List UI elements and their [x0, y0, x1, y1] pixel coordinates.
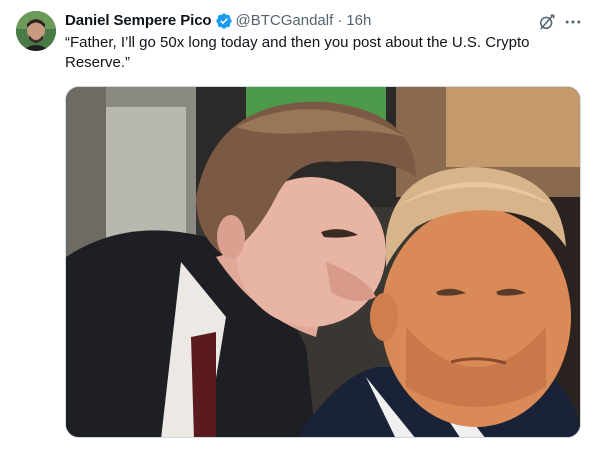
author-display-name[interactable]: Daniel Sempere Pico	[65, 11, 212, 31]
tweet-text: “Father, I’ll go 50x long today and then…	[65, 34, 530, 71]
grok-icon[interactable]	[537, 12, 557, 32]
author-avatar[interactable]	[16, 11, 56, 51]
author-handle[interactable]: @BTCGandalf	[236, 11, 334, 31]
avatar-photo-icon	[16, 11, 56, 51]
verified-badge-icon	[215, 13, 232, 29]
meme-photo-icon	[66, 87, 580, 437]
more-options-icon[interactable]	[563, 12, 583, 32]
tweet[interactable]: Daniel Sempere Pico @BTCGandalf · 16h “F…	[0, 0, 593, 449]
tweet-timestamp[interactable]: 16h	[346, 11, 371, 31]
header-separator: ·	[337, 12, 343, 29]
tweet-media-image[interactable]	[65, 86, 581, 438]
tweet-header: Daniel Sempere Pico @BTCGandalf · 16h	[65, 10, 371, 32]
